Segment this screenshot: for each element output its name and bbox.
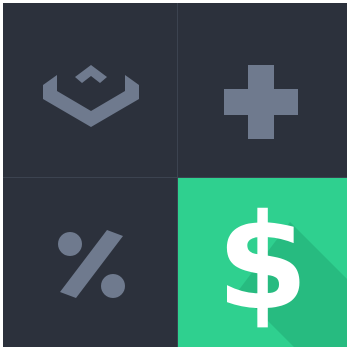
dollar-icon: $ <box>216 185 309 340</box>
tile-layers[interactable] <box>3 3 177 177</box>
tile-plus[interactable] <box>178 3 347 177</box>
layers-icon <box>43 65 139 127</box>
tile-dollar[interactable]: $ <box>178 178 347 347</box>
tile-percent[interactable] <box>3 178 177 347</box>
percent-icon <box>58 230 125 298</box>
calculator-mode-grid: $ <box>3 3 347 347</box>
plus-icon <box>224 65 298 139</box>
